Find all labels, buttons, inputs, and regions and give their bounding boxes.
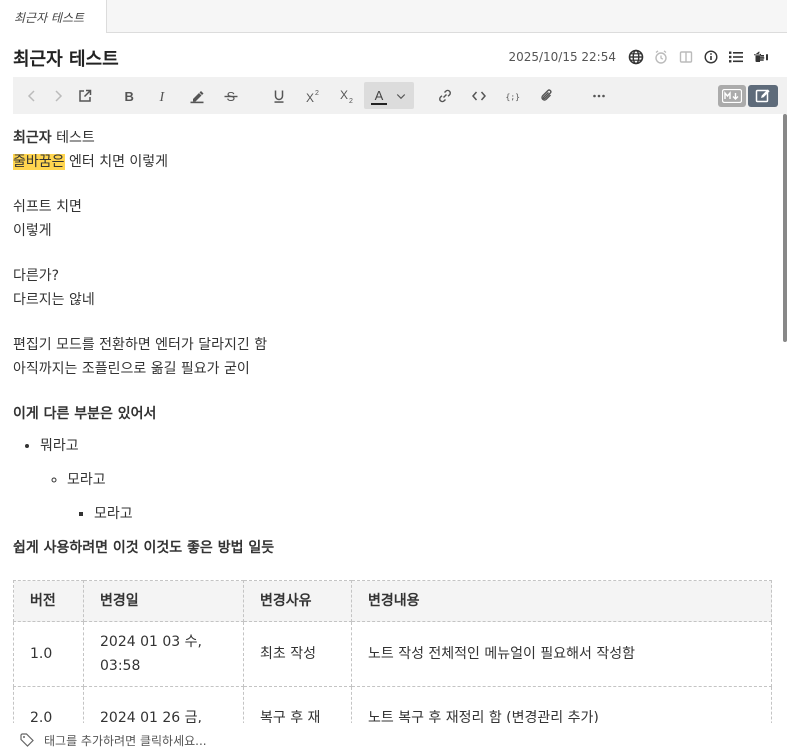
table-cell: 노트 복구 후 재정리 함 (변경관리 추가): [351, 686, 772, 723]
paragraph: 아직까지는 조플린으로 옮길 필요가 굳이: [13, 361, 250, 377]
table-cell: 최초 작성: [243, 621, 352, 687]
list-item: 모라고: [94, 502, 773, 526]
heading: 이게 다른 부분은 있어서: [13, 406, 157, 422]
table-cell: 2024 01 26 금,: [83, 686, 244, 723]
info-icon[interactable]: [703, 49, 719, 65]
svg-text:I: I: [159, 90, 166, 104]
globe-icon[interactable]: [628, 49, 644, 65]
italic-icon[interactable]: I: [153, 85, 173, 106]
version-table: 버전 변경일 변경사유 변경내용 1.0 2024 01 03 수, 03:58…: [13, 580, 772, 723]
paragraph: 줄바꿈은 엔터 치면 이렇게: [13, 154, 169, 170]
svg-text:X: X: [306, 91, 314, 104]
forward-arrow-icon[interactable]: [49, 85, 67, 106]
svg-text:2: 2: [315, 90, 319, 97]
alarm-icon[interactable]: [653, 49, 669, 65]
svg-text:{;}: {;}: [506, 92, 520, 101]
strikethrough-icon[interactable]: S: [221, 85, 241, 106]
tab-bar: 최근자 테스트: [0, 0, 787, 33]
markdown-icon: [722, 89, 742, 103]
list-item: 모라고 모라고: [67, 468, 773, 526]
table-cell: 복구 후 재: [243, 686, 352, 723]
paragraph: 다른가?: [13, 268, 60, 284]
tab-note[interactable]: 최근자 테스트: [0, 0, 107, 33]
editor-content[interactable]: 최근자 테스트 줄바꿈은 엔터 치면 이렇게 쉬프트 치면 이렇게 다른가? 다…: [13, 126, 773, 723]
table-row: 2.0 2024 01 26 금, 복구 후 재 노트 복구 후 재정리 함 (…: [13, 686, 772, 723]
note-title[interactable]: 최근자 테스트: [13, 45, 119, 71]
highlighted-text: 줄바꿈은: [13, 154, 65, 170]
tag-input-placeholder[interactable]: 태그를 추가하려면 클릭하세요...: [44, 732, 207, 749]
more-options-icon[interactable]: [589, 85, 609, 106]
bullet-list: 뭐라고 모라고 모라고: [40, 434, 773, 526]
code-block-icon[interactable]: {;}: [503, 85, 523, 106]
toc-list-icon[interactable]: [728, 49, 744, 65]
list-item: 뭐라고 모라고 모라고: [40, 434, 773, 526]
scrollbar-thumb[interactable]: [783, 114, 787, 342]
paragraph: 이렇게: [13, 223, 52, 239]
text-color-icon: A: [371, 87, 387, 105]
subscript-icon[interactable]: X2: [337, 85, 357, 106]
heading: 쉽게 사용하려면 이것 이것도 좋은 방법 일듯: [13, 540, 275, 556]
bold-icon[interactable]: B: [119, 85, 139, 106]
inline-code-icon[interactable]: [469, 85, 489, 106]
table-header-cell: 변경일: [83, 580, 244, 622]
svg-text:B: B: [125, 89, 134, 104]
text-color-button[interactable]: A: [364, 82, 414, 109]
paragraph: 최근자 테스트: [13, 130, 95, 146]
table-cell: 2024 01 03 수, 03:58: [83, 621, 244, 687]
link-icon[interactable]: [435, 85, 455, 106]
edit-icon: [755, 89, 770, 103]
paragraph: 다르지는 않네: [13, 292, 95, 308]
table-header-cell: 변경사유: [243, 580, 352, 622]
table-header-row: 버전 변경일 변경사유 변경내용: [13, 580, 772, 622]
paragraph: 쉬프트 치면: [13, 199, 82, 215]
svg-text:X: X: [340, 88, 348, 102]
hand-point-icon[interactable]: [753, 49, 769, 65]
tag-icon: [20, 733, 34, 747]
markdown-mode-button[interactable]: [718, 85, 746, 107]
underline-icon[interactable]: [269, 85, 289, 106]
editor-toolbar: B I S X2 X2 A {;}: [13, 77, 787, 114]
chevron-down-icon: [396, 93, 406, 99]
table-header-cell: 버전: [13, 580, 84, 622]
wysiwyg-mode-button[interactable]: [748, 85, 778, 107]
bullet-list-nested: 모라고 모라고: [67, 468, 773, 526]
table-cell: 1.0: [13, 621, 84, 687]
external-edit-icon[interactable]: [75, 85, 95, 106]
svg-text:2: 2: [349, 98, 353, 104]
note-meta: 2025/10/15 22:54: [508, 44, 769, 70]
tag-bar[interactable]: 태그를 추가하려면 클릭하세요...: [0, 726, 787, 754]
highlight-icon[interactable]: [187, 85, 207, 106]
table-header-cell: 변경내용: [351, 580, 772, 622]
attachment-icon[interactable]: [537, 85, 557, 106]
table-row: 1.0 2024 01 03 수, 03:58 최초 작성 노트 작성 전체적인…: [13, 621, 772, 687]
table-cell: 2.0: [13, 686, 84, 723]
table-cell: 노트 작성 전체적인 메뉴얼이 필요해서 작성함: [351, 621, 772, 687]
bullet-list-nested: 모라고: [94, 502, 773, 526]
superscript-icon[interactable]: X2: [303, 85, 323, 106]
paragraph: 편집기 모드를 전환하면 엔터가 달라지긴 함: [13, 337, 268, 353]
back-arrow-icon[interactable]: [23, 85, 41, 106]
note-date: 2025/10/15 22:54: [508, 50, 616, 64]
version-table-wrapper: 버전 변경일 변경사유 변경내용 1.0 2024 01 03 수, 03:58…: [13, 580, 773, 723]
layout-icon[interactable]: [678, 49, 694, 65]
